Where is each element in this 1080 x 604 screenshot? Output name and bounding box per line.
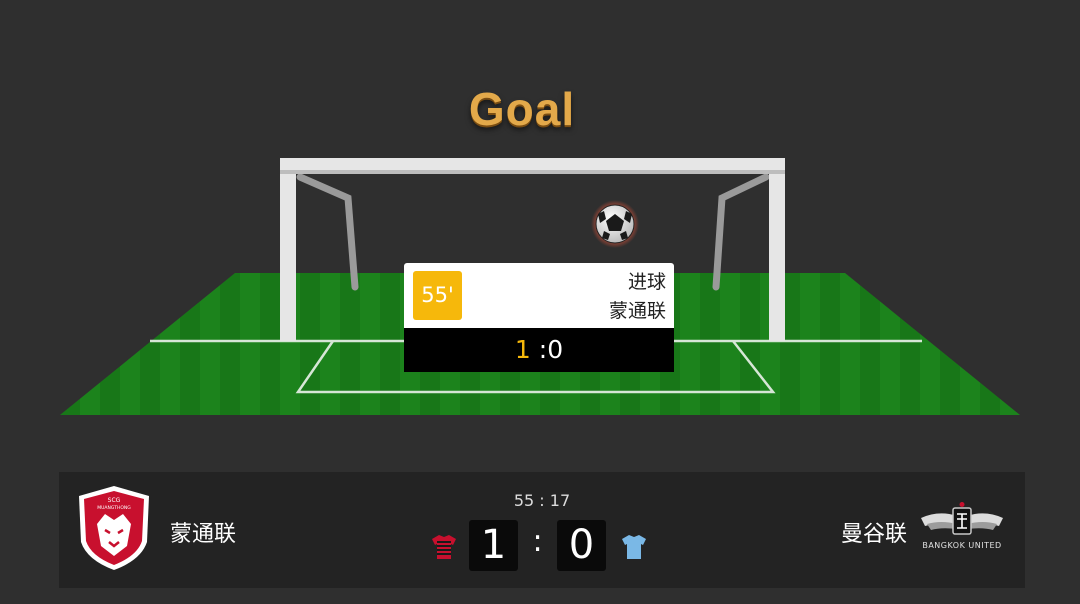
home-score: 1 <box>469 520 518 571</box>
home-team-name: 蒙通联 <box>170 522 237 547</box>
event-type-label: 进球 <box>627 271 666 293</box>
svg-text:BANGKOK UNITED: BANGKOK UNITED <box>922 541 1001 550</box>
event-score-away: 0 <box>547 335 564 364</box>
event-score-separator: : <box>538 335 548 364</box>
event-score-home: 1 <box>514 335 531 364</box>
event-score-bar: 1 :0 <box>404 328 674 372</box>
away-kit-icon <box>622 535 646 559</box>
event-minute-badge: 55' <box>413 271 462 320</box>
scoreboard: SCG MUANGTHONG 蒙通联 55 : 17 1 : 0 曼谷联 BAN… <box>59 472 1025 588</box>
away-score: 0 <box>557 520 606 571</box>
away-team-name: 曼谷联 <box>840 522 907 547</box>
match-clock: 55 : 17 <box>513 491 571 510</box>
home-kit-icon <box>432 535 456 559</box>
goal-scene <box>60 158 1020 415</box>
goal-event-card: 55' 进球 蒙通联 1 :0 <box>404 263 674 372</box>
score-separator: : <box>532 524 543 559</box>
soccer-ball-icon <box>591 200 639 248</box>
event-team-label: 蒙通联 <box>608 300 666 322</box>
away-team-logo: BANGKOK UNITED <box>921 502 1003 550</box>
event-card-header: 55' 进球 蒙通联 <box>404 263 674 328</box>
